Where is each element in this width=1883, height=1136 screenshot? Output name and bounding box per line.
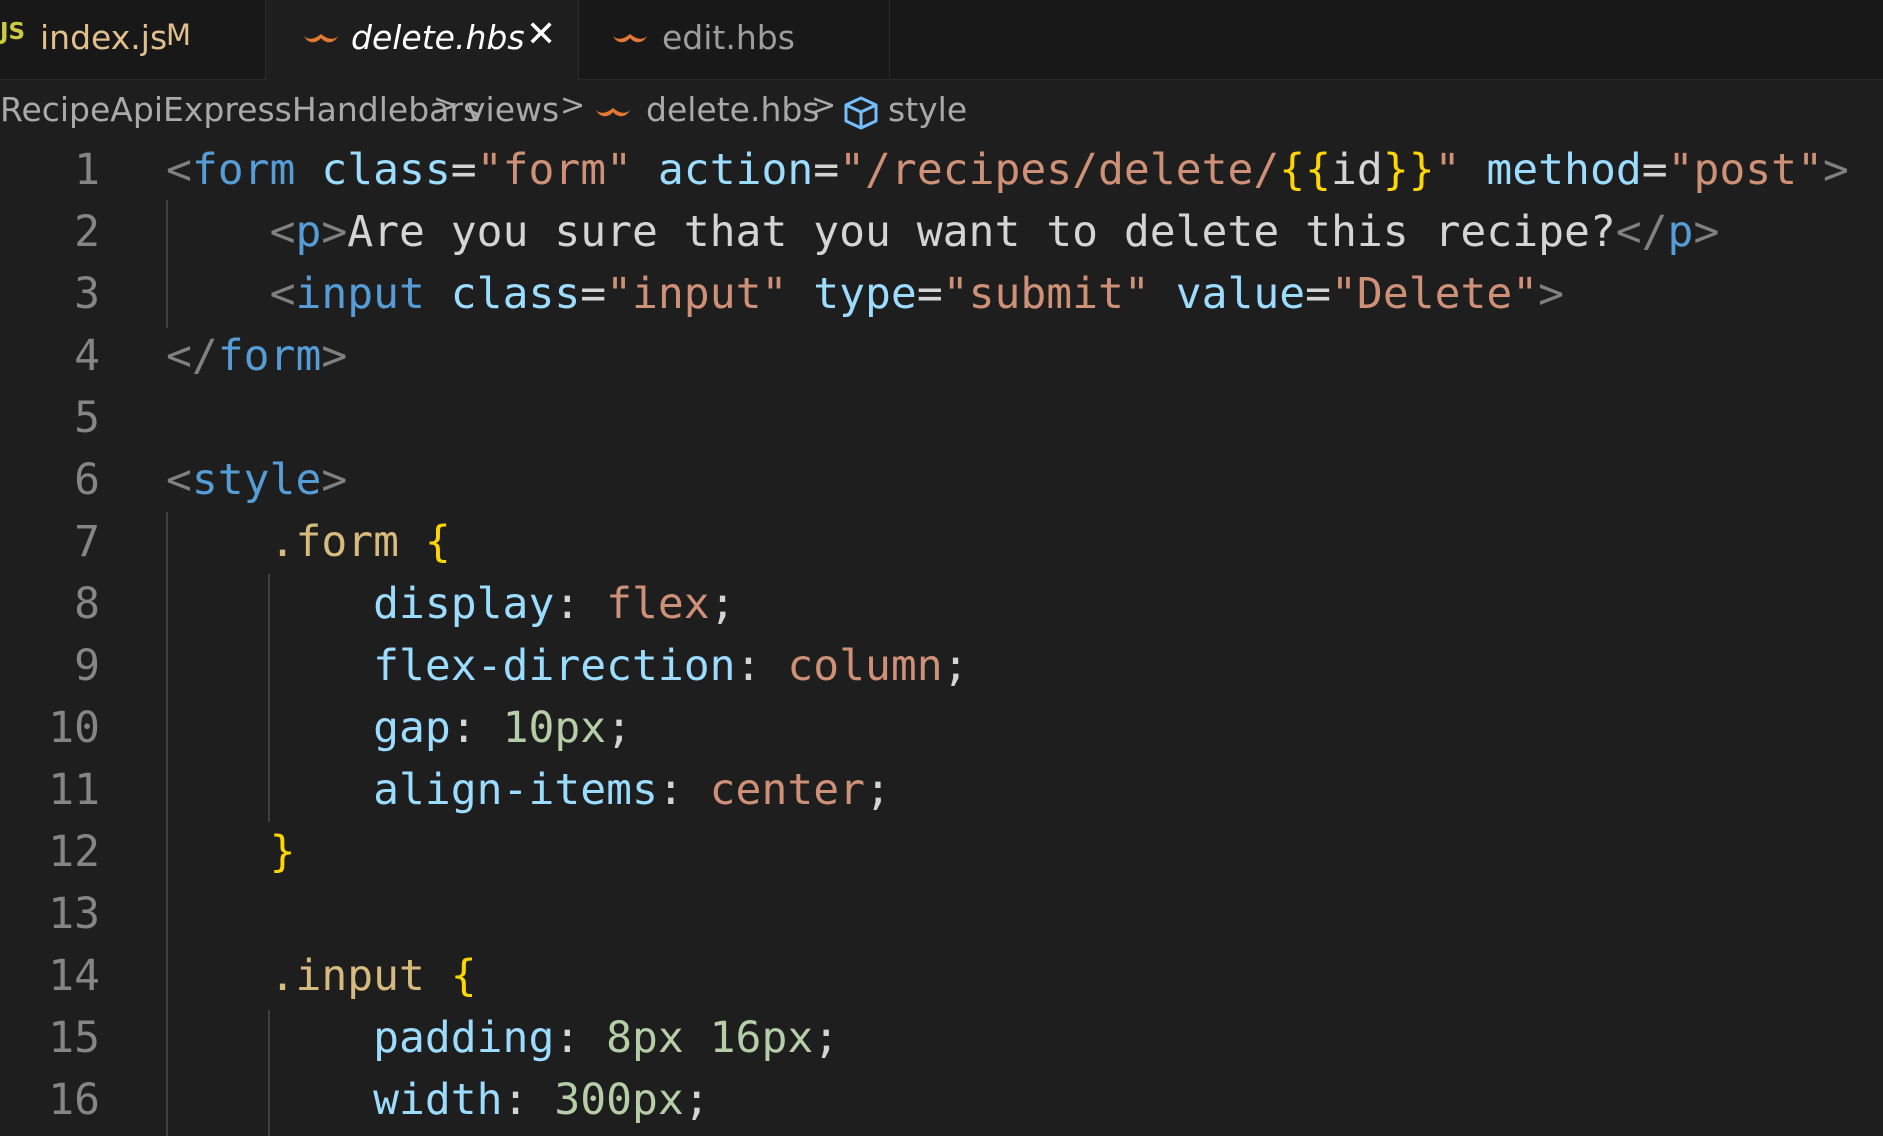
line-number: 14 — [48, 951, 100, 1001]
code-line[interactable]: gap: 10px; — [166, 697, 632, 759]
line-number: 5 — [74, 393, 100, 443]
code-line[interactable]: padding: 8px 16px; — [166, 1007, 839, 1069]
code-line[interactable]: } — [166, 821, 296, 883]
code-line[interactable]: align-items: center; — [166, 759, 891, 821]
cube-symbol-icon — [844, 96, 878, 130]
code-line[interactable]: display: flex; — [166, 573, 735, 635]
line-number: 3 — [74, 269, 100, 319]
code-line[interactable]: <input class="input" type="submit" value… — [166, 263, 1564, 325]
breadcrumb-item-project[interactable]: RecipeApiExpressHandlebars — [0, 90, 480, 129]
line-number: 1 — [74, 145, 100, 195]
handlebars-file-icon — [613, 34, 647, 43]
code-line[interactable]: <form class="form" action="/recipes/dele… — [166, 139, 1849, 201]
line-number: 6 — [74, 455, 100, 505]
code-line[interactable]: .input { — [166, 945, 477, 1007]
code-editor[interactable]: 1 2 3 4 5 6 7 8 9 10 11 12 13 14 15 16 <form class="for… — [0, 142, 1883, 1136]
handlebars-file-icon — [596, 108, 630, 117]
editor-tab-bar: JS index.js M delete.hbs ✕ edit.hbs — [0, 0, 1883, 80]
modified-indicator: M — [166, 18, 192, 52]
tab-index-js[interactable]: JS index.js M — [0, 0, 266, 79]
tab-label: index.js — [40, 18, 168, 57]
line-number: 2 — [74, 207, 100, 257]
chevron-right-icon: > — [811, 88, 837, 123]
line-number: 13 — [48, 889, 100, 939]
line-number: 16 — [48, 1075, 100, 1125]
close-tab-icon[interactable]: ✕ — [526, 14, 556, 55]
tab-edit-hbs[interactable]: edit.hbs — [579, 0, 890, 79]
breadcrumb-item-views[interactable]: views — [466, 90, 559, 129]
line-number: 11 — [48, 765, 100, 815]
code-line[interactable]: width: 300px; — [166, 1069, 710, 1131]
code-line[interactable]: </form> — [166, 325, 347, 387]
code-line[interactable]: flex-direction: column; — [166, 635, 968, 697]
tab-label: edit.hbs — [662, 18, 795, 57]
line-number: 12 — [48, 827, 100, 877]
line-number: 15 — [48, 1013, 100, 1063]
breadcrumb-item-file[interactable]: delete.hbs — [646, 90, 820, 129]
line-number: 10 — [48, 703, 100, 753]
handlebars-file-icon — [304, 34, 338, 43]
chevron-right-icon: > — [433, 88, 459, 123]
code-line[interactable]: .form { — [166, 511, 451, 573]
tab-delete-hbs[interactable]: delete.hbs ✕ — [266, 0, 579, 80]
javascript-file-icon: JS — [0, 19, 26, 45]
breadcrumb-item-symbol[interactable]: style — [888, 90, 967, 129]
line-number: 8 — [74, 579, 100, 629]
line-number: 4 — [74, 331, 100, 381]
chevron-right-icon: > — [560, 88, 586, 123]
code-line[interactable]: <style> — [166, 449, 347, 511]
line-number: 9 — [74, 641, 100, 691]
code-line[interactable]: <p>Are you sure that you want to delete … — [166, 201, 1720, 263]
line-number: 7 — [74, 517, 100, 567]
tab-label: delete.hbs — [351, 18, 525, 57]
breadcrumb: RecipeApiExpressHandlebars > views > del… — [0, 80, 1883, 142]
